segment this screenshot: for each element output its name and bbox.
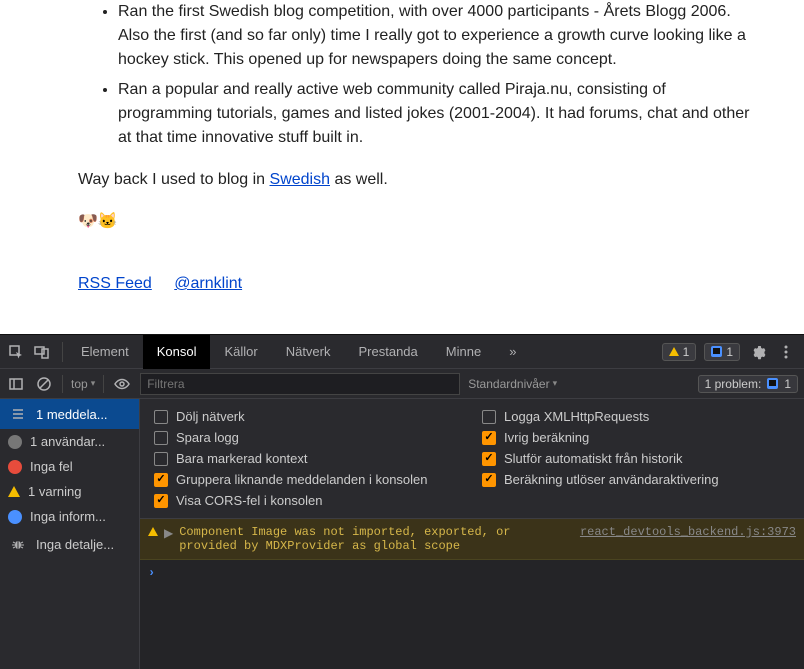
sidebar-item-errors[interactable]: Inga fel: [0, 454, 139, 479]
warning-message: Component Image was not imported, export…: [179, 525, 574, 553]
setting-selected-context[interactable]: Bara markerad kontext: [154, 451, 462, 466]
checkbox-icon: [482, 431, 496, 445]
context-selector[interactable]: top ▾: [71, 377, 95, 391]
message-badge[interactable]: 1: [704, 343, 740, 361]
console-log: ▶ Component Image was not imported, expo…: [140, 518, 804, 669]
sidebar-item-info[interactable]: Inga inform...: [0, 504, 139, 529]
problems-badge[interactable]: 1 problem: 1: [698, 375, 798, 393]
checkbox-icon: [154, 473, 168, 487]
message-icon: [711, 346, 722, 357]
page-content: Ran the first Swedish blog competition, …: [0, 0, 804, 334]
warning-source-link[interactable]: react_devtools_backend.js:3973: [580, 525, 796, 539]
bug-icon: [8, 534, 28, 554]
bullet-list: Ran the first Swedish blog competition, …: [78, 0, 764, 150]
list-icon: [8, 404, 28, 424]
rss-link[interactable]: RSS Feed: [78, 275, 152, 292]
setting-hide-network[interactable]: Dölj nätverk: [154, 409, 462, 424]
error-icon: [8, 460, 22, 474]
message-icon: [767, 378, 778, 389]
filter-input[interactable]: [140, 373, 460, 395]
checkbox-icon: [482, 452, 496, 466]
setting-eval-user-activation[interactable]: Beräkning utlöser användaraktivering: [482, 472, 790, 487]
warning-icon: [8, 486, 20, 497]
tab-minne[interactable]: Minne: [432, 335, 495, 369]
list-item: Ran the first Swedish blog competition, …: [118, 0, 764, 72]
warning-icon: [148, 527, 158, 536]
sidebar-toggle-icon[interactable]: [6, 374, 26, 394]
setting-log-xhr[interactable]: Logga XMLHttpRequests: [482, 409, 790, 424]
sidebar-item-user[interactable]: 1 användar...: [0, 429, 139, 454]
console-sidebar: 1 meddela... 1 användar... Inga fel 1 va…: [0, 399, 140, 669]
swedish-link[interactable]: Swedish: [270, 171, 330, 188]
console-body: 1 meddela... 1 användar... Inga fel 1 va…: [0, 399, 804, 669]
checkbox-icon: [154, 431, 168, 445]
inspect-icon[interactable]: [6, 342, 26, 362]
console-warning-row: ▶ Component Image was not imported, expo…: [140, 519, 804, 560]
tab-element[interactable]: Element: [67, 335, 143, 369]
devtools-tabbar: Element Konsol Källor Nätverk Prestanda …: [0, 335, 804, 369]
checkbox-icon: [154, 494, 168, 508]
tab-kallor[interactable]: Källor: [210, 335, 271, 369]
paragraph: Way back I used to blog in Swedish as we…: [78, 168, 764, 192]
twitter-link[interactable]: @arnklint: [174, 275, 242, 292]
expand-arrow-icon[interactable]: ▶: [164, 526, 173, 541]
sidebar-item-warnings[interactable]: 1 varning: [0, 479, 139, 504]
clear-console-icon[interactable]: [34, 374, 54, 394]
setting-eager-eval[interactable]: Ivrig beräkning: [482, 430, 790, 445]
warning-badge[interactable]: 1: [662, 343, 697, 361]
console-toolbar: top ▾ Standardnivåer ▾ 1 problem: 1: [0, 369, 804, 399]
console-prompt[interactable]: [140, 560, 804, 586]
devtools-panel: Element Konsol Källor Nätverk Prestanda …: [0, 334, 804, 669]
console-main: Dölj nätverk Logga XMLHttpRequests Spara…: [140, 399, 804, 669]
warning-icon: [669, 347, 679, 356]
eye-icon[interactable]: [112, 374, 132, 394]
footer-links: RSS Feed @arnklint: [78, 272, 764, 296]
checkbox-icon: [482, 410, 496, 424]
list-item: Ran a popular and really active web comm…: [118, 78, 764, 150]
gear-icon[interactable]: [748, 342, 768, 362]
info-icon: [8, 510, 22, 524]
log-levels-selector[interactable]: Standardnivåer ▾: [468, 377, 557, 391]
tab-prestanda[interactable]: Prestanda: [345, 335, 432, 369]
checkbox-icon: [154, 410, 168, 424]
setting-group-similar[interactable]: Gruppera liknande meddelanden i konsolen: [154, 472, 462, 487]
setting-preserve-log[interactable]: Spara logg: [154, 430, 462, 445]
kebab-icon[interactable]: [776, 342, 796, 362]
setting-autocomplete-history[interactable]: Slutför automatiskt från historik: [482, 451, 790, 466]
tab-more[interactable]: »: [495, 335, 530, 369]
checkbox-icon: [482, 473, 496, 487]
console-settings: Dölj nätverk Logga XMLHttpRequests Spara…: [140, 399, 804, 518]
tab-konsol[interactable]: Konsol: [143, 335, 211, 369]
device-toggle-icon[interactable]: [32, 342, 52, 362]
sidebar-item-messages[interactable]: 1 meddela...: [0, 399, 139, 429]
setting-show-cors[interactable]: Visa CORS-fel i konsolen: [154, 493, 462, 508]
sidebar-item-verbose[interactable]: Inga detalje...: [0, 529, 139, 559]
emoji-line: 🐶🐱: [78, 210, 764, 234]
tab-natverk[interactable]: Nätverk: [272, 335, 345, 369]
person-icon: [8, 435, 22, 449]
checkbox-icon: [154, 452, 168, 466]
